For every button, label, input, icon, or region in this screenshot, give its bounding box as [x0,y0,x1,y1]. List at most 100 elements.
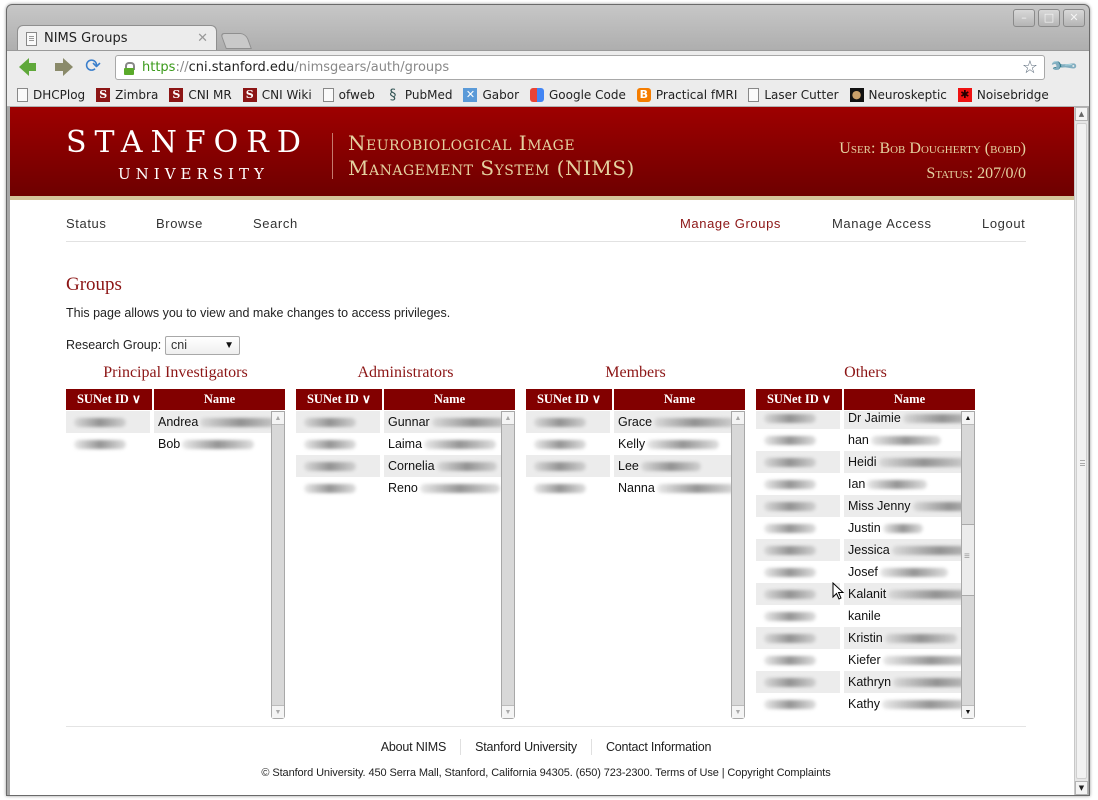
redacted-surname [879,568,948,578]
sunet-id-column-header[interactable]: SUNet ID ∨ [526,389,612,410]
redacted-id [764,590,816,599]
table-row[interactable]: Bob [66,433,271,455]
scroll-down-arrow[interactable]: ▼ [502,705,514,718]
table-row[interactable]: Reno [296,477,501,499]
name-text: Ian [848,477,866,491]
nav-browse[interactable]: Browse [156,216,203,231]
name-column-header[interactable]: Name [154,389,285,410]
table-row[interactable]: Kelly [526,433,731,455]
name-column-header[interactable]: Name [844,389,975,410]
list-scrollbar[interactable]: ▲ ▼ [501,411,515,719]
table-row[interactable]: Lee [526,455,731,477]
table-row[interactable]: Josef [756,561,961,583]
nav-manage-groups[interactable]: Manage Groups [680,216,781,231]
list-scrollbar[interactable]: ▲ ▼ [271,411,285,719]
bookmark-dhcplog[interactable]: DHCPlog [17,87,85,102]
table-row[interactable]: Jessica [756,539,961,561]
list-scrollbar[interactable]: ▲ ▼ [731,411,745,719]
scroll-down-arrow[interactable]: ▼ [1075,781,1088,795]
minimize-button[interactable]: – [1013,9,1035,27]
redacted-surname [893,678,961,688]
name-text: Justin [848,521,881,535]
table-row[interactable]: Miss Jenny [756,495,961,517]
name-cell: Dr Jaimie [844,411,961,429]
table-row[interactable]: Nanna [526,477,731,499]
footer-stanford-university[interactable]: Stanford University [460,739,591,755]
scroll-up-arrow[interactable]: ▲ [272,412,284,425]
table-row[interactable]: Andrea [66,411,271,433]
nav-manage-access[interactable]: Manage Access [832,216,932,231]
page-scrollbar[interactable]: ▲ ▼ [1074,107,1088,795]
bookmark-cni-mr[interactable]: S CNI MR [169,87,232,102]
bookmark-practical-fmri[interactable]: B Practical fMRI [636,87,737,102]
scroll-down-arrow[interactable]: ▼ [962,705,974,718]
table-row[interactable]: Heidi [756,451,961,473]
table-row[interactable]: han [756,429,961,451]
bookmark-star-icon[interactable]: ☆ [1022,57,1038,78]
nav-search[interactable]: Search [253,216,298,231]
member-list[interactable]: Gunnar Laima Cornelia Reno ▲ ▼ [296,411,515,719]
member-list[interactable]: Grace Kelly Lee Nanna ▲ ▼ [526,411,745,719]
scroll-up-arrow[interactable]: ▲ [962,412,974,425]
page-icon [322,87,334,102]
table-row[interactable]: kanile [756,605,961,627]
bookmark-laser-cutter[interactable]: Laser Cutter [748,87,839,102]
close-window-button[interactable]: ✕ [1063,9,1085,27]
scroll-up-arrow[interactable]: ▲ [1075,107,1088,121]
maximize-button[interactable]: □ [1038,9,1060,27]
footer-about-nims[interactable]: About NIMS [367,739,460,755]
sunet-id-column-header[interactable]: SUNet ID ∨ [66,389,152,410]
scroll-up-arrow[interactable]: ▲ [732,412,744,425]
bookmark-noisebridge[interactable]: ✱ Noisebridge [957,87,1049,102]
bookmark-pubmed[interactable]: § PubMed [386,87,452,103]
member-list[interactable]: Andrea Bob ▲ ▼ [66,411,285,719]
scrollbar-thumb[interactable] [1076,123,1087,779]
table-row[interactable]: Kristin [756,627,961,649]
table-row[interactable]: Justin [756,517,961,539]
bookmark-google-code[interactable]: Google Code [530,87,626,102]
reload-icon[interactable]: ⟳ [85,56,105,76]
scroll-down-arrow[interactable]: ▼ [732,705,744,718]
name-text: Kalanit [848,587,887,601]
table-row[interactable]: Kalanit [756,583,961,605]
footer-contact-information[interactable]: Contact Information [590,739,725,755]
scroll-up-arrow[interactable]: ▲ [502,412,514,425]
table-row[interactable]: Cornelia [296,455,501,477]
nav-status[interactable]: Status [66,216,106,231]
research-group-select[interactable]: cni ▼ [165,336,240,355]
table-row[interactable]: Gunnar [296,411,501,433]
sunet-id-column-header[interactable]: SUNet ID ∨ [756,389,842,410]
redacted-surname [182,440,255,450]
bookmark-ofweb[interactable]: ofweb [322,87,375,102]
table-row[interactable]: Laima [296,433,501,455]
redacted-surname [200,418,271,428]
member-list[interactable]: Dr Jaimie han Heidi Ian Miss Jenny Justi… [756,411,975,719]
new-tab-button[interactable] [220,33,252,49]
table-row[interactable]: Kathryn [756,671,961,693]
table-row[interactable]: Kiefer [756,649,961,671]
bookmark-zimbra[interactable]: S Zimbra [96,87,158,102]
grip-icon [1080,460,1085,466]
wrench-menu-icon[interactable]: 🔧 [1049,51,1080,82]
nav-logout[interactable]: Logout [982,216,1025,231]
tab-close-icon[interactable]: ✕ [197,31,208,46]
sunet-id-column-header[interactable]: SUNet ID ∨ [296,389,382,410]
address-bar[interactable]: https://cni.stanford.edu/nimsgears/auth/… [115,55,1045,80]
table-row[interactable]: Dr Jaimie [756,411,961,429]
back-arrow-icon[interactable] [19,58,36,76]
forward-arrow-icon[interactable] [55,58,73,76]
table-row[interactable]: Kathy [756,693,961,715]
name-column-header[interactable]: Name [384,389,515,410]
stanford-logo[interactable]: STANFORD [66,125,309,160]
bookmark-cni-wiki[interactable]: S CNI Wiki [242,87,312,102]
scrollbar-thumb[interactable] [962,524,974,596]
bookmark-gabor[interactable]: ✕ Gabor [463,87,519,102]
name-cell: Cornelia [384,455,501,477]
scroll-down-arrow[interactable]: ▼ [272,705,284,718]
bookmark-neuroskeptic[interactable]: ● Neuroskeptic [849,87,947,102]
name-column-header[interactable]: Name [614,389,745,410]
table-row[interactable]: Ian [756,473,961,495]
browser-tab[interactable]: NIMS Groups ✕ [17,25,217,51]
table-row[interactable]: Grace [526,411,731,433]
list-scrollbar[interactable]: ▲ ▼ [961,411,975,719]
